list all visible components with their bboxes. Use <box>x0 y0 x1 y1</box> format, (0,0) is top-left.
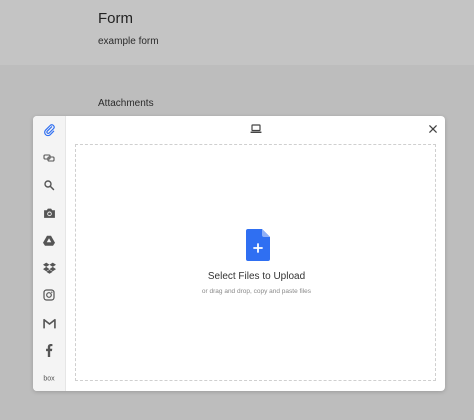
source-box[interactable]: box <box>33 367 65 389</box>
source-gmail[interactable] <box>33 312 65 334</box>
gmail-icon <box>42 318 56 328</box>
picker-topbar <box>65 116 445 142</box>
source-google-drive[interactable] <box>33 229 65 251</box>
google-drive-icon <box>43 235 55 246</box>
file-add-icon <box>246 229 270 261</box>
box-icon: box <box>43 376 55 383</box>
form-header: Form example form <box>0 0 474 65</box>
source-facebook[interactable] <box>33 339 65 361</box>
form-title: Form <box>98 10 133 27</box>
link-icon <box>43 154 55 162</box>
source-sidebar: box <box>33 116 66 391</box>
page: Form example form Attachments box Select… <box>0 0 474 420</box>
source-dropbox[interactable] <box>33 257 65 279</box>
dropbox-icon <box>42 262 56 274</box>
close-button[interactable] <box>426 122 440 136</box>
file-picker-modal: box Select Files to Upload or drag and d… <box>33 116 445 391</box>
upload-dropzone[interactable]: Select Files to Upload or drag and drop,… <box>75 144 436 381</box>
svg-text:box: box <box>43 376 55 383</box>
laptop-icon <box>250 124 262 133</box>
dropzone-title: Select Files to Upload <box>207 271 306 282</box>
source-link[interactable] <box>33 147 65 169</box>
search-icon <box>44 180 55 191</box>
dropzone-hint: or drag and drop, copy and paste files <box>201 288 312 295</box>
attachments-label: Attachments <box>98 98 154 109</box>
camera-icon <box>43 208 55 218</box>
source-web-search[interactable] <box>33 174 65 196</box>
paperclip-icon <box>44 124 55 137</box>
source-instagram[interactable] <box>33 284 65 306</box>
source-camera[interactable] <box>33 202 65 224</box>
instagram-icon <box>43 289 55 301</box>
source-my-device[interactable] <box>33 119 65 141</box>
form-subtitle: example form <box>98 36 159 47</box>
facebook-icon <box>46 343 53 357</box>
close-icon <box>429 125 437 133</box>
